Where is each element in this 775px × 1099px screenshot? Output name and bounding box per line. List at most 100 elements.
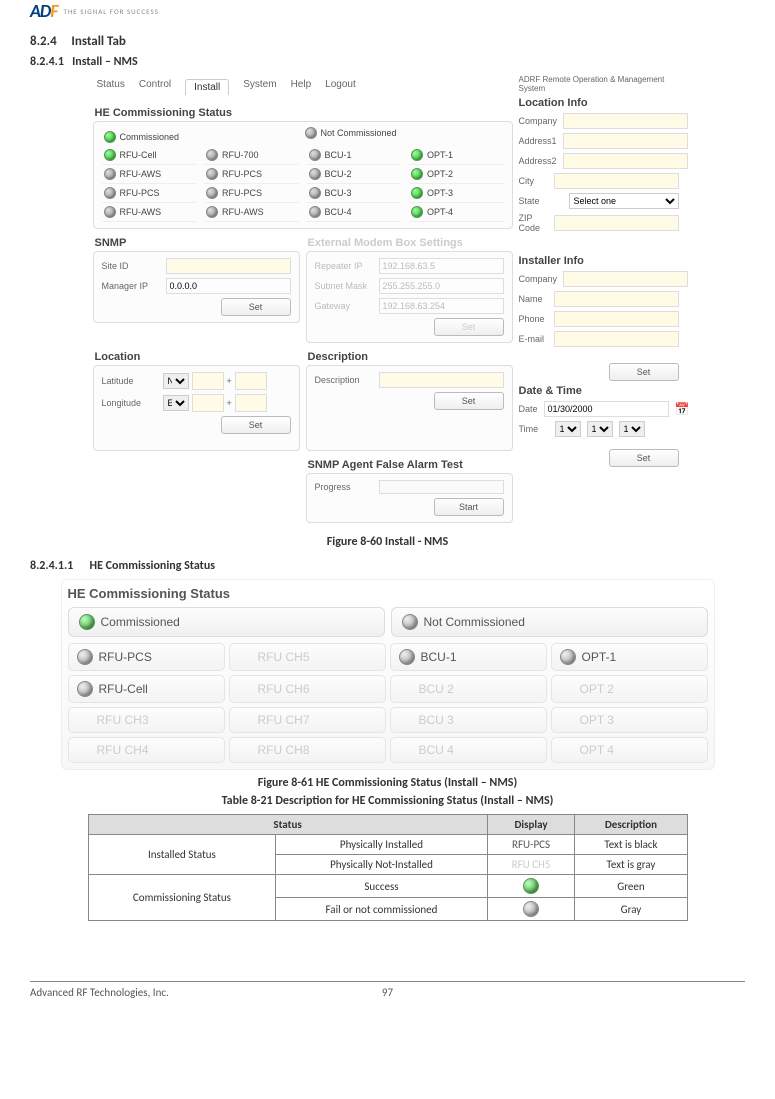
cell-label: RFU CH6 [258, 682, 310, 696]
logo-text: ADF [30, 0, 58, 22]
lat-ns-select[interactable]: N [163, 373, 189, 389]
heading-title: Install Tab [71, 34, 125, 49]
menu-system[interactable]: System [243, 79, 276, 95]
info-set-button[interactable]: Set [609, 363, 679, 381]
desc-label: Description [315, 375, 373, 385]
menu-logout[interactable]: Logout [325, 79, 356, 95]
cell-label: OPT-1 [582, 650, 617, 664]
hecs-cell: RFU CH3 [68, 707, 225, 733]
loc-set-button[interactable]: Set [221, 416, 291, 434]
not-commissioned-label: Not Commissioned [321, 128, 397, 138]
led-icon [411, 187, 423, 199]
hecs-cell: RFU-AWS [102, 203, 197, 222]
text-input[interactable] [563, 153, 688, 169]
led-icon [309, 206, 321, 218]
field-label: ZIP Code [519, 213, 548, 233]
hecs-cell: RFU-AWS [102, 165, 197, 184]
hecs-cell: RFU CH4 [68, 737, 225, 763]
led-icon [206, 187, 218, 199]
text-input[interactable] [554, 331, 679, 347]
desc-panel: Description Set [306, 365, 513, 451]
cell-label: OPT 4 [580, 743, 614, 757]
field-label: Name [519, 294, 548, 304]
date-input[interactable] [544, 401, 669, 417]
subnet-label: Subnet Mask [315, 281, 373, 291]
text-input[interactable] [554, 311, 679, 327]
heading-title: HE Commissioning Status [90, 559, 216, 573]
desc-cell: Text is black [575, 835, 687, 855]
field-label: Address1 [519, 136, 557, 146]
lon-ew-select[interactable]: E [163, 395, 189, 411]
state-select[interactable]: Select one [569, 193, 679, 209]
time-m-select[interactable]: 19 [587, 421, 613, 437]
gateway-label: Gateway [315, 301, 373, 311]
led-icon [104, 149, 116, 161]
led-icon [206, 168, 218, 180]
led-icon [104, 187, 116, 199]
desc-input[interactable] [379, 372, 504, 388]
cell-label: OPT-1 [427, 150, 453, 160]
hecs-cell: BCU 2 [390, 675, 547, 703]
dt-set-button[interactable]: Set [609, 449, 679, 467]
display-cell: RFU CH5 [487, 855, 575, 875]
hecs-cell: BCU-3 [307, 184, 402, 203]
lat-label: Latitude [102, 376, 160, 386]
calendar-icon[interactable]: 📅 [675, 402, 690, 416]
cell-label: OPT 2 [580, 682, 614, 696]
mgr-ip-input[interactable] [166, 278, 291, 294]
text-input[interactable] [554, 215, 679, 231]
menu-status[interactable]: Status [97, 79, 125, 95]
lat-min-input[interactable] [235, 372, 267, 390]
hecs-cell: RFU CH8 [229, 737, 386, 763]
menu-control[interactable]: Control [139, 79, 171, 95]
cell-label: RFU-Cell [120, 150, 157, 160]
led-icon [399, 649, 415, 665]
cell-label: RFU-700 [222, 150, 259, 160]
alarm-panel: Progress Start [306, 473, 513, 523]
heading-num: 8.2.4 [30, 34, 57, 49]
repeater-ip-label: Repeater IP [315, 261, 373, 271]
menu-help[interactable]: Help [291, 79, 312, 95]
figure-60-caption: Figure 8-60 Install - NMS [30, 535, 745, 549]
heading-title: Install – NMS [72, 55, 138, 69]
led-icon [523, 901, 539, 917]
menu-install[interactable]: Install [185, 79, 229, 95]
lon-deg-input[interactable] [192, 394, 224, 412]
table-21-caption: Table 8-21 Description for HE Commission… [30, 794, 745, 808]
cell-label: RFU-AWS [120, 169, 162, 179]
cell-label: BCU-3 [325, 188, 352, 198]
hecs-title: HE Commissioning Status [68, 586, 708, 601]
time-h-select[interactable]: 15 [555, 421, 581, 437]
sub-cell: Success [276, 875, 487, 898]
display-text: RFU CH5 [512, 858, 551, 871]
hecs-cell: RFU-AWS [204, 203, 299, 222]
field-label: E-mail [519, 334, 548, 344]
hecs-cell: BCU-4 [307, 203, 402, 222]
text-input[interactable] [554, 291, 679, 307]
cell-label: BCU-1 [325, 150, 352, 160]
site-id-input[interactable] [166, 258, 291, 274]
th-description: Description [575, 815, 687, 835]
text-input[interactable] [563, 271, 688, 287]
lat-deg-input[interactable] [192, 372, 224, 390]
desc-set-button[interactable]: Set [434, 392, 504, 410]
hecs-cell: OPT-2 [409, 165, 504, 184]
start-button[interactable]: Start [434, 498, 504, 516]
lon-min-input[interactable] [235, 394, 267, 412]
text-input[interactable] [563, 113, 688, 129]
text-input[interactable] [554, 173, 679, 189]
commissioned-label: Commissioned [101, 615, 180, 629]
led-icon [206, 149, 218, 161]
text-input[interactable] [563, 133, 688, 149]
snmp-title: SNMP [95, 237, 300, 249]
group-cell: Installed Status [88, 835, 276, 875]
lon-label: Longitude [102, 398, 160, 408]
th-display: Display [487, 815, 575, 835]
display-cell [487, 875, 575, 898]
snmp-set-button[interactable]: Set [221, 298, 291, 316]
field-label: Address2 [519, 156, 557, 166]
not-commissioned-header: Not Commissioned [391, 607, 708, 637]
time-s-select[interactable]: 13 [619, 421, 645, 437]
footer-page: 97 [268, 986, 506, 999]
cell-label: OPT 3 [580, 713, 614, 727]
